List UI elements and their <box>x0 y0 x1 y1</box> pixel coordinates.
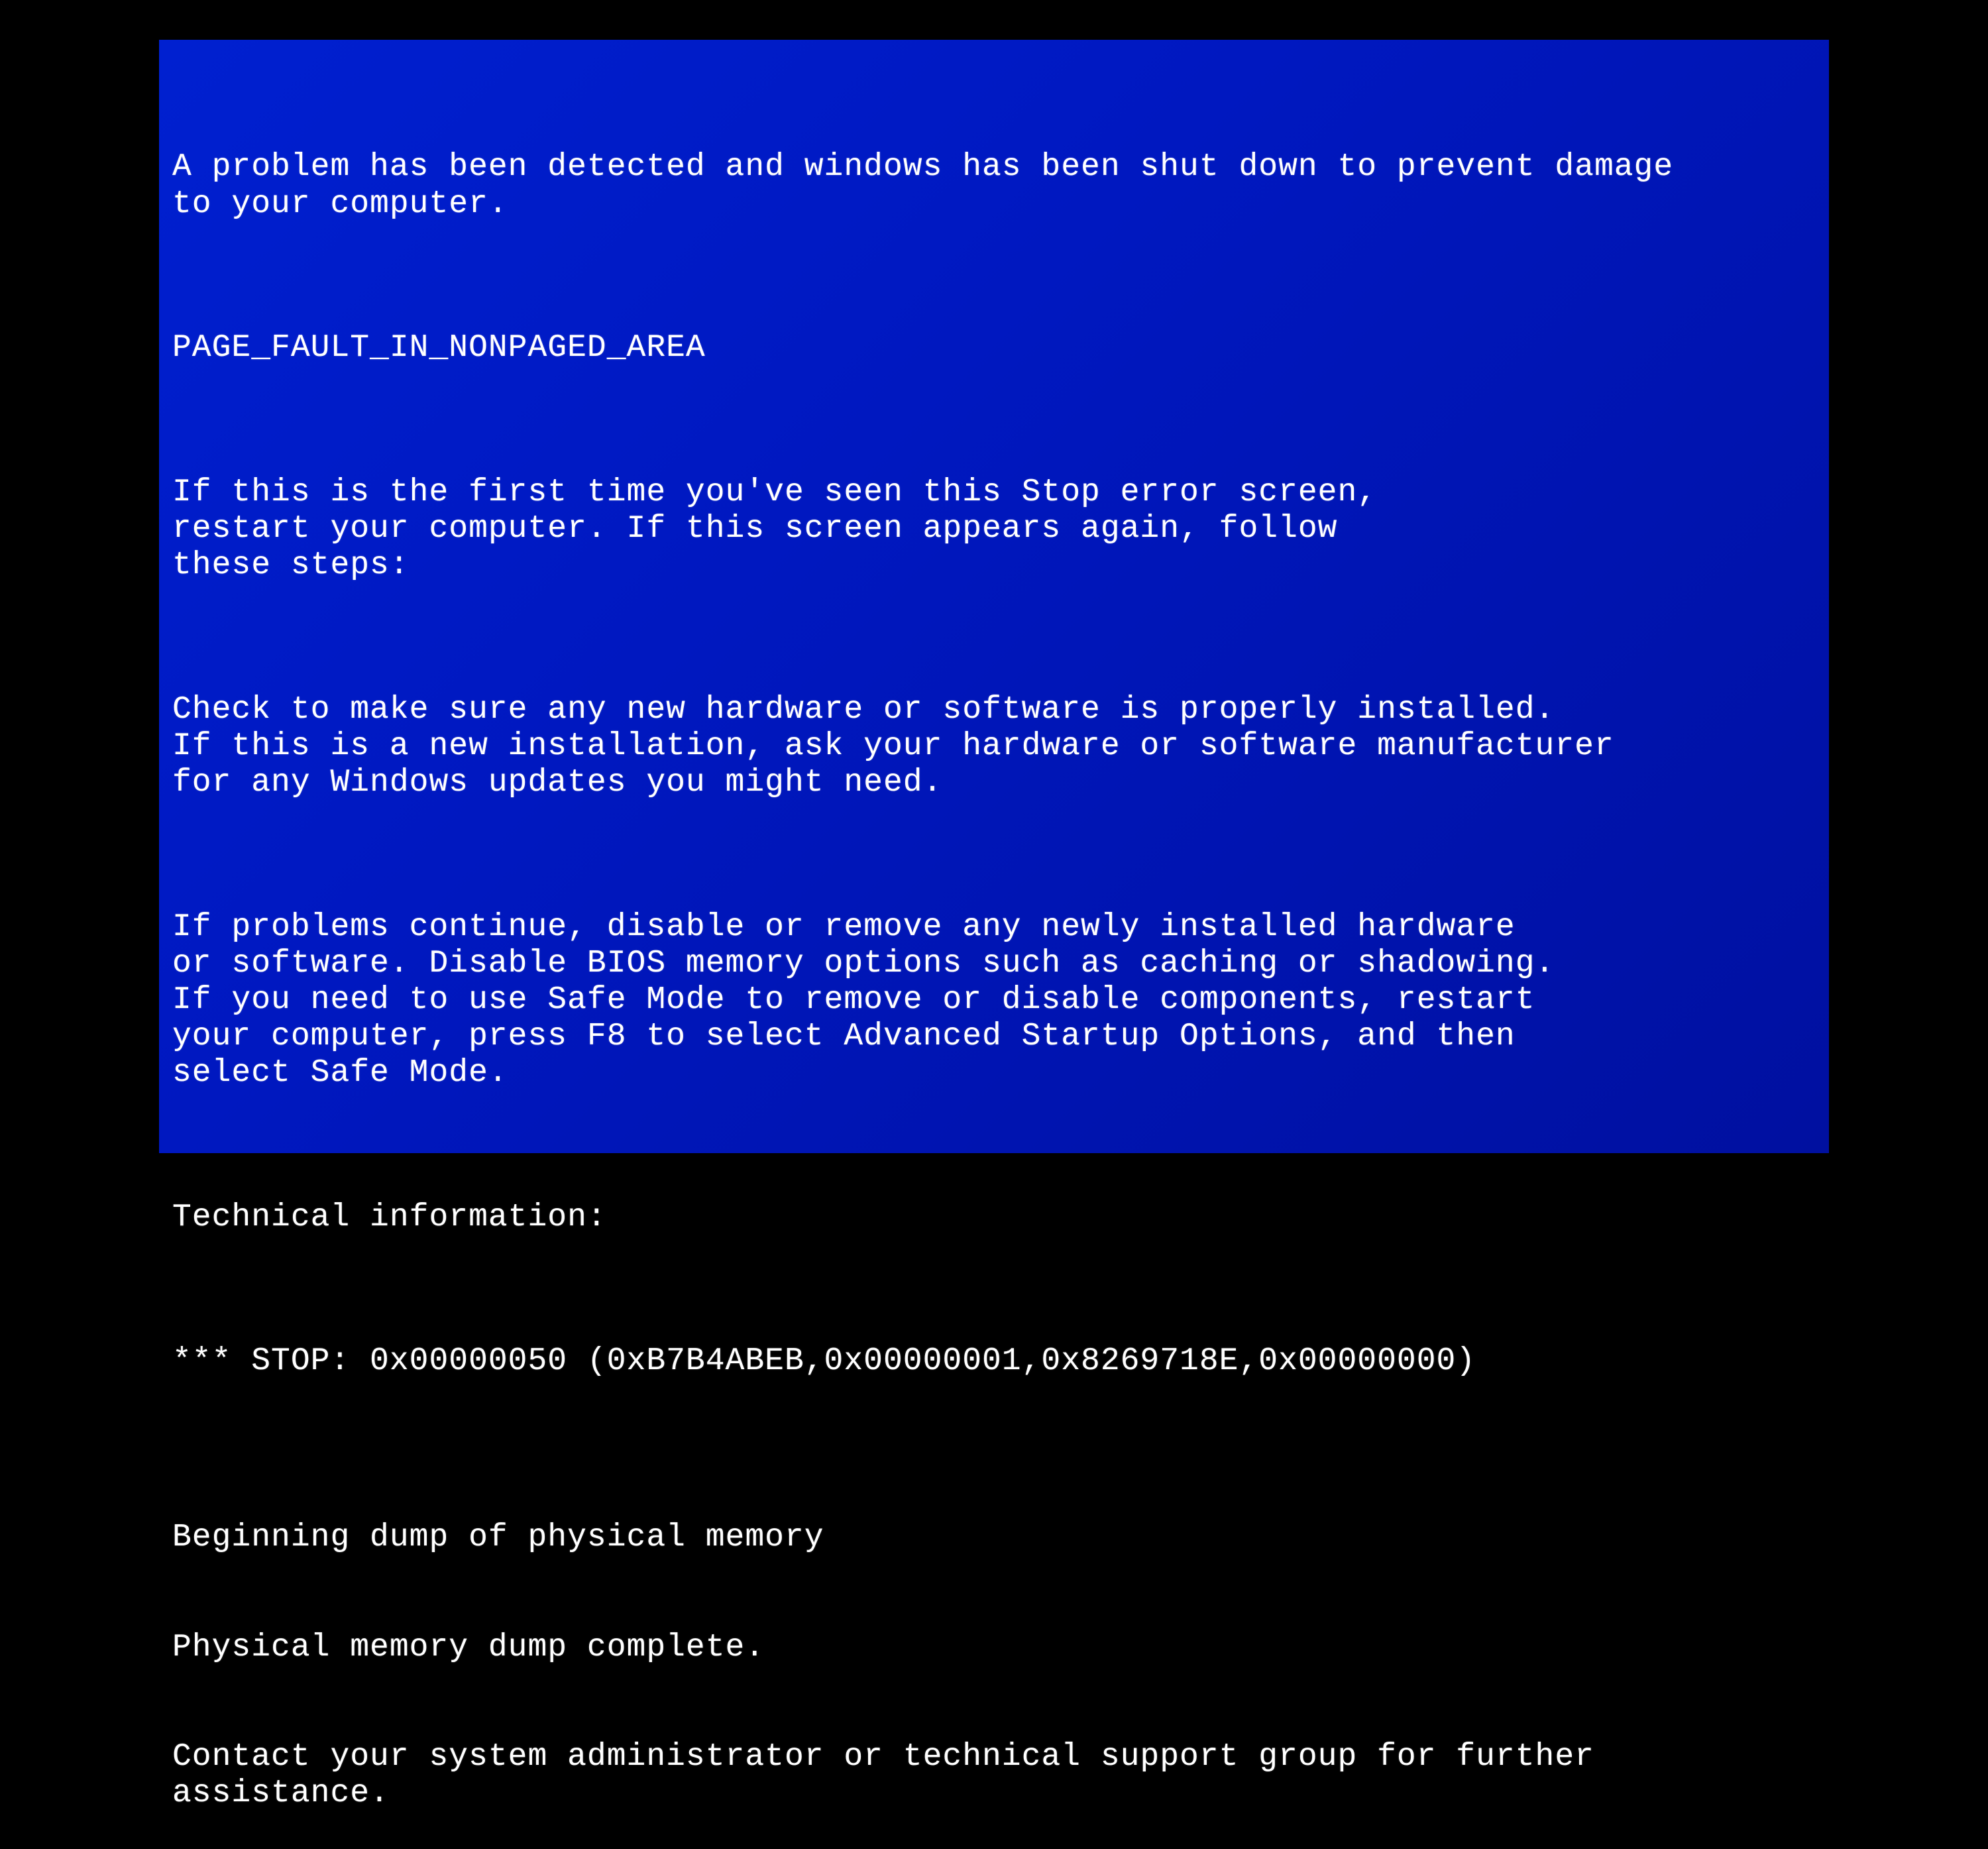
bsod-technical-header: Technical information: <box>172 1200 1816 1236</box>
bsod-error-name: PAGE_FAULT_IN_NONPAGED_AREA <box>172 330 1816 366</box>
bsod-dump-begin: Beginning dump of physical memory <box>172 1520 1816 1556</box>
bsod-check-hardware-text: Check to make sure any new hardware or s… <box>172 692 1816 802</box>
bsod-first-time-text: If this is the first time you've seen th… <box>172 475 1816 585</box>
bsod-screen: A problem has been detected and windows … <box>159 40 1829 1153</box>
bsod-contact-text: Contact your system administrator or tec… <box>172 1739 1816 1812</box>
bsod-dump-complete: Physical memory dump complete. <box>172 1630 1816 1666</box>
bsod-stop-code: *** STOP: 0x00000050 (0xB7B4ABEB,0x00000… <box>172 1343 1816 1380</box>
bsod-troubleshoot-text: If problems continue, disable or remove … <box>172 909 1816 1092</box>
bsod-intro-text: A problem has been detected and windows … <box>172 149 1816 222</box>
